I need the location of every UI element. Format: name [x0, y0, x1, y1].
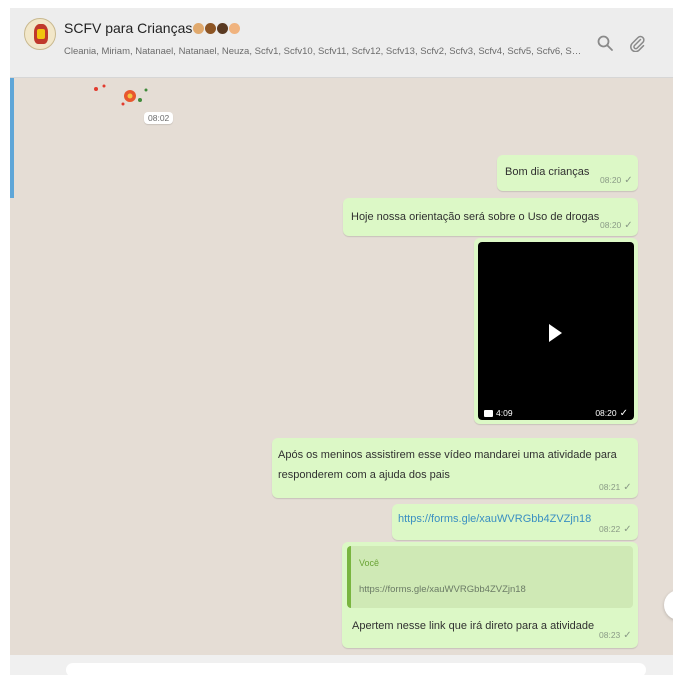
- sent-check-icon: ✓: [619, 408, 628, 419]
- message-time: 08:21: [599, 482, 621, 492]
- paperclip-icon[interactable]: [628, 34, 646, 53]
- message-time: 08:23: [599, 630, 621, 640]
- sent-check-icon: ✓: [623, 524, 632, 535]
- outgoing-video-message[interactable]: 4:09 08:20 ✓: [474, 238, 638, 424]
- message-input[interactable]: [66, 663, 646, 675]
- search-icon[interactable]: [596, 34, 614, 52]
- play-icon[interactable]: [549, 324, 562, 342]
- message-meta: 08:21 ✓: [599, 482, 632, 493]
- message-meta: 08:20 ✓: [600, 220, 633, 231]
- side-accent-bar: [10, 78, 14, 198]
- message-text: Hoje nossa orientação será sobre o Uso d…: [351, 211, 600, 223]
- video-thumbnail[interactable]: 4:09 08:20 ✓: [478, 242, 634, 420]
- compose-bar: [10, 655, 673, 675]
- sent-check-icon: ✓: [623, 630, 632, 641]
- sent-check-icon: ✓: [624, 220, 633, 231]
- outgoing-message[interactable]: Hoje nossa orientação será sobre o Uso d…: [343, 198, 638, 236]
- group-members: Cleania, Miriam, Natanael, Natanael, Neu…: [64, 46, 584, 57]
- group-avatar[interactable]: [24, 18, 56, 50]
- emoji-face-icon: [229, 23, 241, 34]
- sent-check-icon: ✓: [624, 175, 633, 186]
- outgoing-reply-message[interactable]: Você https://forms.gle/xauWVRGbb4ZVZjn18…: [342, 542, 638, 648]
- emoji-face-icon: [205, 23, 217, 34]
- group-name-row[interactable]: SCFV para Crianças: [64, 20, 241, 36]
- chat-window: SCFV para Crianças Cleania, Miriam, Nata…: [10, 8, 673, 675]
- message-text-line-2: responderem com a ajuda dos pais: [278, 469, 450, 481]
- outgoing-message[interactable]: Bom dia crianças 08:20 ✓: [497, 155, 638, 191]
- video-camera-icon: [484, 410, 493, 417]
- emoji-face-icon: [217, 23, 229, 34]
- previous-message-time: 08:02: [144, 112, 174, 124]
- message-meta: 08:20 ✓: [595, 408, 628, 419]
- avatar-figure-detail: [37, 29, 45, 39]
- message-text: Apertem nesse link que irá direto para a…: [352, 620, 595, 632]
- message-text: Bom dia crianças: [505, 166, 590, 178]
- chat-header[interactable]: SCFV para Crianças Cleania, Miriam, Nata…: [10, 8, 673, 78]
- message-text-line-1: Após os meninos assistirem esse vídeo ma…: [278, 449, 617, 461]
- message-time: 08:20: [600, 175, 622, 185]
- outgoing-link-message[interactable]: https://forms.gle/xauWVRGbb4ZVZjn18 08:2…: [392, 504, 638, 540]
- message-meta: 08:23 ✓: [599, 630, 632, 641]
- sticker-flowers: [90, 82, 160, 108]
- message-meta: 08:20 ✓: [600, 175, 633, 186]
- quote-text: https://forms.gle/xauWVRGbb4ZVZjn18: [359, 584, 526, 595]
- video-duration: 4:09: [496, 408, 513, 418]
- message-time: 08:20: [600, 220, 622, 230]
- message-time: 08:22: [599, 524, 621, 534]
- message-link[interactable]: https://forms.gle/xauWVRGbb4ZVZjn18: [398, 509, 591, 529]
- emoji-face-icon: [193, 23, 205, 34]
- group-name: SCFV para Crianças: [64, 20, 193, 36]
- scroll-down-button[interactable]: [664, 590, 673, 620]
- outgoing-message[interactable]: Após os meninos assistirem esse vídeo ma…: [272, 438, 638, 498]
- quote-author: Você: [359, 558, 380, 568]
- message-time: 08:20: [595, 408, 617, 418]
- sent-check-icon: ✓: [623, 482, 632, 493]
- message-meta: 08:22 ✓: [599, 524, 632, 535]
- quoted-message[interactable]: Você https://forms.gle/xauWVRGbb4ZVZjn18: [347, 546, 633, 608]
